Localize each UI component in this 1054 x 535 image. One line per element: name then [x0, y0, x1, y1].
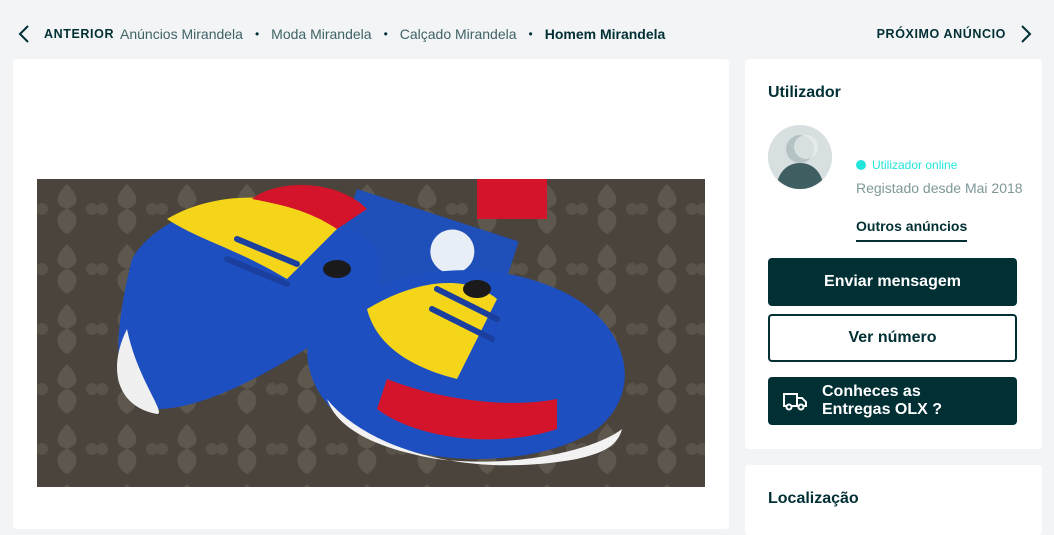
- olx-delivery-button[interactable]: Conheces as Entregas OLX ?: [768, 377, 1017, 425]
- breadcrumb-item-anuncios[interactable]: Anúncios Mirandela: [120, 26, 243, 42]
- chevron-left-icon: [18, 25, 29, 43]
- other-ads-link[interactable]: Outros anúncios: [856, 218, 968, 242]
- breadcrumb-item-moda[interactable]: Moda Mirandela: [271, 26, 371, 42]
- next-ad-label: PRÓXIMO ANÚNCIO: [876, 27, 1006, 41]
- online-status-label: Utilizador online: [872, 158, 958, 172]
- breadcrumb-separator: •: [254, 27, 260, 41]
- send-message-button[interactable]: Enviar mensagem: [768, 258, 1017, 306]
- chevron-right-icon: [1021, 25, 1032, 43]
- online-dot-icon: [856, 160, 866, 170]
- sneakers-photo-illustration: [37, 179, 705, 487]
- user-section-title: Utilizador: [768, 84, 841, 101]
- registered-since: Registado desde Mai 2018: [856, 180, 1023, 196]
- breadcrumb-item-homem[interactable]: Homem Mirandela: [545, 26, 666, 42]
- online-status: Utilizador online: [856, 158, 957, 172]
- show-number-button[interactable]: Ver número: [768, 314, 1017, 362]
- breadcrumb: Anúncios Mirandela • Moda Mirandela • Ca…: [120, 26, 665, 42]
- next-ad-link[interactable]: PRÓXIMO ANÚNCIO: [877, 22, 1034, 46]
- previous-ad-label: ANTERIOR: [44, 27, 115, 41]
- ad-photo[interactable]: [37, 179, 705, 487]
- ad-gallery-card: [13, 59, 729, 529]
- previous-ad-link[interactable]: ANTERIOR: [16, 22, 114, 46]
- location-section-title: Localização: [768, 490, 859, 507]
- user-avatar-icon[interactable]: [768, 125, 832, 189]
- location-card: Localização: [745, 465, 1042, 535]
- user-info-card: Utilizador Utilizador online Registado d…: [745, 59, 1042, 449]
- breadcrumb-item-calcado[interactable]: Calçado Mirandela: [400, 26, 517, 42]
- breadcrumb-separator: •: [383, 27, 388, 41]
- olx-delivery-label: Conheces as Entregas OLX ?: [822, 383, 943, 418]
- truck-icon: [783, 393, 807, 411]
- breadcrumb-separator: •: [528, 27, 533, 41]
